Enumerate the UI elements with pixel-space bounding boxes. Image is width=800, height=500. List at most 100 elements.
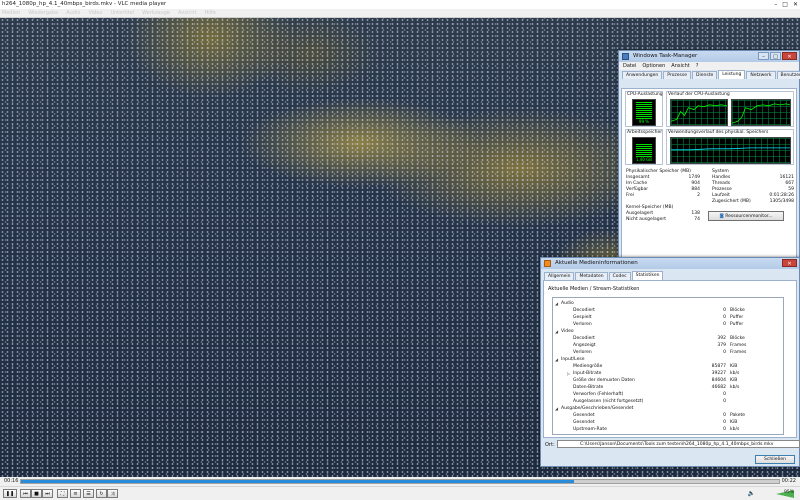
tab-leistung[interactable]: Leistung [718,70,746,79]
tab-netzwerk[interactable]: Netzwerk [746,71,776,79]
menu-audio[interactable]: Audio [66,9,80,17]
stat-name: Gesendet [573,420,595,425]
close-button[interactable]: Schließen [755,455,795,464]
menu-medien[interactable]: Medien [2,9,20,17]
extended-settings-button[interactable]: ≡ [70,489,81,498]
stat-category-row[interactable]: ◢ Ausgabe/Geschrieben/Gesendet [553,406,783,412]
menu-untertitel[interactable]: Untertitel [110,9,134,17]
system-stats: System Handles 16121 Threads 667 Prozesse 5… [712,169,794,205]
expanded-triangle-icon[interactable]: ◢ [555,357,558,363]
kernel-memory-stats: Kernel-Speicher (MB) Ausgelagert 138 Nich… [626,205,700,225]
fullscreen-button[interactable]: ⛶ [57,489,68,498]
stat-unit: KiB [730,378,738,383]
tab-prozesse[interactable]: Prozesse [663,71,692,79]
next-icon: ⏭ [45,491,50,497]
menu-ansicht[interactable]: Ansicht [671,62,689,70]
menu-wiedergabe[interactable]: Wiedergabe [28,9,58,17]
total-time: 00:22 [781,478,796,484]
close-icon[interactable]: ✕ [782,52,797,60]
loop-button[interactable]: ↻ [96,489,107,498]
tab-anwendungen[interactable]: Anwendungen [622,71,663,79]
media-info-window: Aktuelle Medieninformationen ✕ Allgemein… [540,257,800,467]
stat-value: 84604 [711,378,726,383]
next-button[interactable]: ⏭ [42,489,53,498]
stat-name: Gesendet [573,413,595,418]
seek-slider[interactable] [20,479,780,484]
cpu-history-group: Verlauf der CPU-Auslastung [666,91,794,127]
stat-row[interactable]: Gesendet 0 KiB [553,420,783,426]
menu-ansicht[interactable]: Ansicht [178,9,196,17]
stat-value: 0 [723,413,726,418]
stat-category-row[interactable]: ◢ Video [553,329,783,335]
stat-name: Verloren [573,350,592,355]
stat-name: Ausgabe/Geschrieben/Gesendet [561,406,634,411]
statistics-tree[interactable]: ◢ Audio Decodiert 0 Blöcke Gespielt 0 Puffer Ver… [552,297,784,435]
stat-name: Audio [561,301,574,306]
location-field[interactable]: C:\Users\Janson\Documents\Tools zum test… [557,440,800,448]
stat-row[interactable]: Ausgelassen (nicht fortgesetzt) 0 [553,399,783,405]
equalizer-icon: ≡ [73,491,78,497]
menu-optionen[interactable]: Optionen [642,62,665,70]
loop-icon: ↻ [99,491,104,497]
stat-row[interactable]: Upstream-Rate 0 kb/s [553,427,783,433]
task-manager-tabs: Anwendungen Prozesse Dienste Leistung Ne… [619,70,800,79]
close-icon[interactable]: ✕ [793,0,798,9]
menu-werkzeuge[interactable]: Werkzeuge [142,9,170,17]
stat-row[interactable]: Decodiert 392 Blöcke [553,336,783,342]
expanded-triangle-icon[interactable]: ◢ [555,301,558,307]
tab-statistiken[interactable]: Statistiken [631,271,664,280]
stat-name: Gespielt [573,315,592,320]
menu-help[interactable]: ? [696,62,699,70]
stat-row[interactable]: Mediengröße 85877 KiB [553,364,783,370]
stat-row[interactable]: Daten-Bitrate 46682 kb/s [553,385,783,391]
menu-datei[interactable]: Datei [623,62,636,70]
task-manager-menu-bar: Datei Optionen Ansicht ? [619,62,799,70]
stat-category-row[interactable]: ◢ Input/Lese [553,357,783,363]
vlc-cone-icon [544,260,551,267]
stat-value: 0 [723,308,726,313]
minimize-icon[interactable]: – [758,52,769,60]
close-icon[interactable]: ✕ [782,259,797,267]
tab-codec[interactable]: Codec [608,272,631,280]
media-info-title: Aktuelle Medieninformationen [555,260,638,266]
collapsed-triangle-icon[interactable]: ▷ [567,371,570,377]
maximize-icon[interactable]: □ [770,52,781,60]
minimize-icon[interactable]: – [774,0,777,9]
volume-slider[interactable]: 95% [758,490,794,498]
vlc-title-bar: h264_1080p_hp_4.1_40mbps_birds.mkv - VLC… [0,0,800,9]
stat-row[interactable]: Angezeigt 379 Frames [553,343,783,349]
tab-benutzer[interactable]: Benutzer [776,71,800,79]
stat-row[interactable]: Gesendet 0 Pakete [553,413,783,419]
menu-video[interactable]: Video [88,9,102,17]
stat-row[interactable]: Verloren 0 Puffer [553,322,783,328]
stat-row[interactable]: Verloren 0 Frames [553,350,783,356]
stat-category-row[interactable]: ◢ Audio [553,301,783,307]
maximize-icon[interactable]: □ [782,0,788,9]
stat-value: 1305/3498 [769,199,794,204]
stat-row[interactable]: ▷ Input-Bitrate 39227 kb/s [553,371,783,377]
stat-row[interactable]: Gespielt 0 Puffer [553,315,783,321]
speaker-icon[interactable]: 🔈 [748,490,755,497]
elapsed-time: 00:16 [4,478,19,484]
statistics-panel: Aktuelle Medien / Stream-Statistiken ◢ Au… [543,280,797,438]
shuffle-button[interactable]: ⤨ [107,489,118,498]
expanded-triangle-icon[interactable]: ◢ [555,406,558,412]
stat-row[interactable]: Decodiert 0 Blöcke [553,308,783,314]
memory-history-group: Verwendungsverlauf des physikal. Speiche… [666,129,794,165]
memory-group: Arbeitsspeicher 1,40 GB [625,129,663,165]
resource-monitor-button[interactable]: ◙ Ressourcenmonitor... [708,211,784,221]
stat-row[interactable]: Größe der demuxten Daten 84604 KiB [553,378,783,384]
stat-row[interactable]: Verworfen (Fehlerhaft) 0 [553,392,783,398]
tab-dienste[interactable]: Dienste [692,71,718,79]
cpu-usage-label: CPU-Auslastung [627,92,663,97]
stop-button[interactable]: ■ [31,489,42,498]
menu-hilfe[interactable]: Hilfe [204,9,215,17]
stat-unit: Pakete [730,413,746,418]
previous-button[interactable]: ⏮ [20,489,31,498]
tab-metadaten[interactable]: Metadaten [575,272,608,280]
playlist-button[interactable]: ☰ [83,489,94,498]
play-pause-button[interactable]: ❚❚ [3,489,17,498]
tab-allgemein[interactable]: Allgemein [544,272,575,280]
expanded-triangle-icon[interactable]: ◢ [555,329,558,335]
stat-value: 39227 [711,371,726,376]
